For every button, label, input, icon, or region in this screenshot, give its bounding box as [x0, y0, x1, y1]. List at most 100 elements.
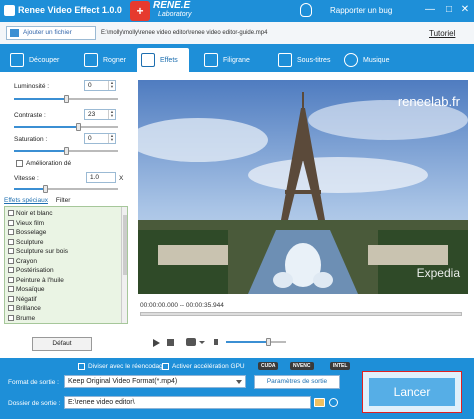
timecode: 00:00:00.000 -- 00:00:35.944: [140, 302, 224, 309]
luminosite-slider[interactable]: [14, 95, 118, 103]
list-item[interactable]: Négatif: [8, 296, 37, 303]
stop-icon[interactable]: [167, 339, 174, 346]
list-item[interactable]: Mosaïque: [8, 286, 45, 293]
slider-handle[interactable]: [265, 338, 271, 346]
split-checkbox[interactable]: [78, 363, 85, 370]
crop-icon: [84, 53, 98, 67]
report-bug-link[interactable]: Rapporter un bug: [330, 6, 392, 15]
contraste-value: 23: [88, 111, 96, 118]
search-icon[interactable]: [329, 398, 338, 407]
close-button[interactable]: ✕: [459, 4, 471, 15]
luminosite-value: 0: [88, 82, 92, 89]
vitesse-spinbox[interactable]: 1.0: [86, 172, 116, 183]
effect-checkbox[interactable]: [8, 305, 14, 312]
effect-checkbox[interactable]: [8, 248, 14, 255]
intel-badge: INTEL: [330, 362, 351, 370]
launch-button[interactable]: Lancer: [369, 378, 455, 406]
effect-checkbox[interactable]: [8, 314, 14, 321]
folder-input[interactable]: E:\renee video editor\: [64, 396, 311, 409]
luminosite-spinbox[interactable]: 0 ▲ ▼: [84, 80, 116, 91]
chevron-down-icon[interactable]: [236, 380, 242, 384]
format-select[interactable]: Keep Original Video Format(*.mp4): [64, 375, 246, 388]
list-item[interactable]: Peinture à l'huile: [8, 277, 64, 284]
tab-bar: Découper Rogner Effets Filigrane Sous-ti…: [0, 44, 474, 72]
effect-label: Brume: [16, 314, 36, 322]
file-path: E:\molly\molly\renee video editor\renee …: [101, 30, 268, 36]
folder-icon[interactable]: [314, 398, 325, 407]
list-item[interactable]: Crayon: [8, 258, 37, 265]
tab-label: Musique: [363, 57, 390, 64]
list-item[interactable]: Brillance: [8, 305, 41, 312]
effect-checkbox[interactable]: [8, 286, 14, 293]
list-item[interactable]: Brume: [8, 315, 35, 322]
effect-label: Postérisation: [16, 267, 54, 274]
scrollbar-thumb[interactable]: [123, 215, 127, 275]
folder-label: Dossier de sortie :: [8, 400, 61, 407]
format-value: Keep Original Video Format(*.mp4): [68, 378, 178, 385]
tab-filter[interactable]: Filter: [56, 197, 70, 204]
nvenc-badge: NVENC: [290, 362, 314, 370]
list-item[interactable]: Vieux film: [8, 220, 44, 227]
video-progress-bar[interactable]: [140, 312, 462, 316]
add-file-label: Ajouter un fichier: [23, 29, 72, 36]
tab-sous-titres[interactable]: Sous-titres: [278, 48, 338, 72]
effect-checkbox[interactable]: [8, 210, 14, 217]
tab-rogner[interactable]: Rogner: [84, 48, 134, 72]
video-preview: reneelab.fr Expedia: [138, 80, 468, 294]
effects-scrollbar[interactable]: [121, 207, 127, 323]
effect-checkbox[interactable]: [8, 295, 14, 302]
format-label: Format de sortie :: [8, 379, 59, 386]
add-file-icon: [10, 29, 19, 37]
tab-effets-speciaux[interactable]: Effets spéciaux: [4, 197, 48, 204]
saturation-slider[interactable]: [14, 147, 118, 155]
effects-list: Noir et blanc Vieux film Bosselage Sculp…: [4, 206, 128, 324]
spin-arrows-icon[interactable]: ▲ ▼: [108, 110, 115, 119]
vitesse-slider[interactable]: [14, 185, 118, 193]
tutorial-link[interactable]: Tutoriel: [429, 29, 455, 38]
chevron-down-icon[interactable]: [199, 341, 205, 344]
list-item[interactable]: Sculpture: [8, 239, 43, 246]
tab-effets[interactable]: Effets: [137, 48, 189, 72]
default-button[interactable]: Défaut: [32, 337, 92, 351]
output-settings-button[interactable]: Paramètres de sortie: [254, 375, 340, 389]
maximize-button[interactable]: □: [443, 4, 455, 15]
amelioration-checkbox[interactable]: [16, 160, 23, 167]
play-icon[interactable]: [153, 339, 160, 347]
effect-checkbox[interactable]: [8, 229, 14, 236]
contraste-spinbox[interactable]: 23 ▲ ▼: [84, 109, 116, 120]
list-item[interactable]: Postérisation: [8, 267, 54, 274]
bug-icon[interactable]: [300, 3, 312, 17]
spin-arrows-icon[interactable]: ▲ ▼: [108, 134, 115, 143]
slider-handle[interactable]: [75, 123, 81, 131]
app-icon: [4, 5, 15, 16]
contraste-slider[interactable]: [14, 123, 118, 131]
effect-checkbox[interactable]: [8, 276, 14, 283]
effect-checkbox[interactable]: [8, 267, 14, 274]
gpu-label: Activer accélération GPU: [172, 363, 245, 370]
effect-label: Sculpture: [16, 238, 44, 246]
cuda-badge: CUDA: [258, 362, 279, 370]
saturation-spinbox[interactable]: 0 ▲ ▼: [84, 133, 116, 144]
camera-icon[interactable]: [186, 338, 196, 346]
minimize-button[interactable]: —: [424, 4, 436, 15]
tab-filigrane[interactable]: Filigrane: [204, 48, 264, 72]
effect-checkbox[interactable]: [8, 219, 14, 226]
gpu-checkbox[interactable]: [162, 363, 169, 370]
spin-arrows-icon[interactable]: ▲ ▼: [108, 81, 115, 90]
slider-fill: [14, 188, 46, 190]
list-item[interactable]: Sculpture sur bois: [8, 248, 68, 255]
list-item[interactable]: Bosselage: [8, 229, 46, 236]
slider-handle[interactable]: [63, 147, 69, 155]
effect-label: Peinture à l'huile: [16, 276, 64, 284]
volume-icon[interactable]: [214, 339, 218, 345]
effect-checkbox[interactable]: [8, 238, 14, 245]
effect-checkbox[interactable]: [8, 257, 14, 264]
title-bar: Renee Video Effect 1.0.0 + RENE.E Labora…: [0, 0, 474, 22]
tab-musique[interactable]: Musique: [344, 48, 399, 72]
tab-decouper[interactable]: Découper: [10, 48, 70, 72]
slider-handle[interactable]: [63, 95, 69, 103]
volume-slider[interactable]: [226, 338, 286, 346]
add-file-button[interactable]: Ajouter un fichier: [6, 26, 96, 40]
slider-handle[interactable]: [42, 185, 48, 193]
list-item[interactable]: Noir et blanc: [8, 210, 53, 217]
